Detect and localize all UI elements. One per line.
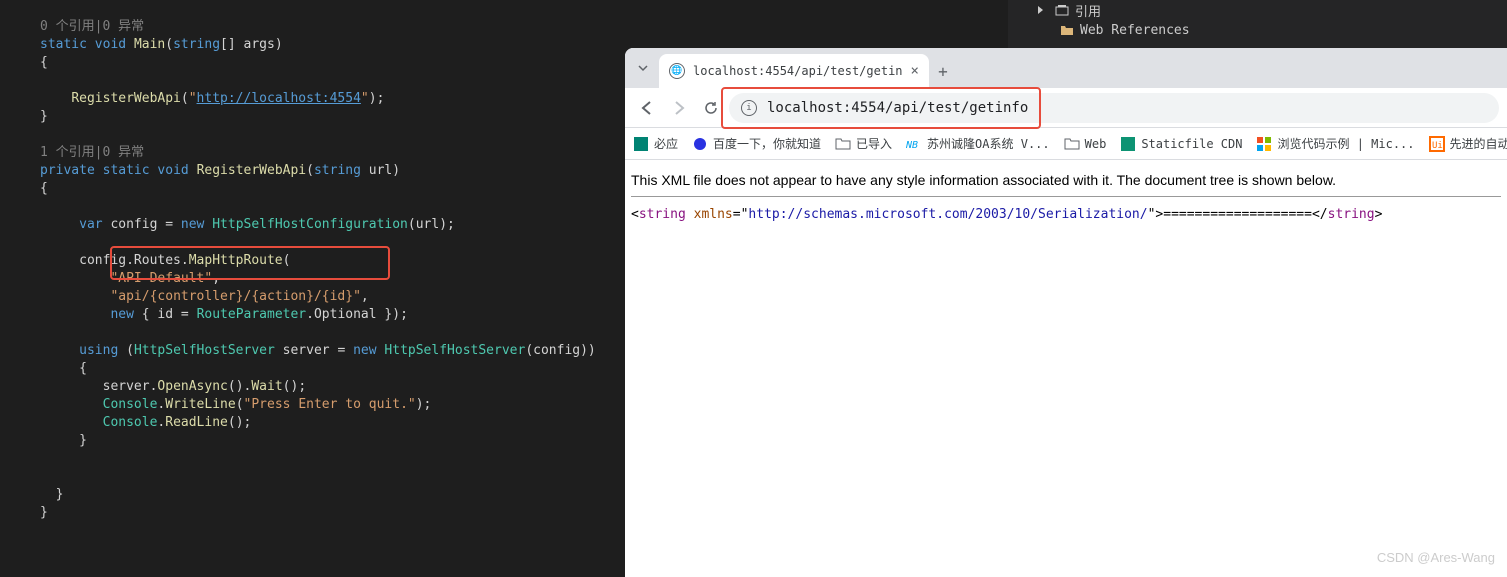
- tree-label: 引用: [1075, 1, 1101, 20]
- oa-icon: NB: [906, 136, 922, 152]
- code-editor[interactable]: 0 个引用|0 异常 static void Main(string[] arg…: [0, 0, 625, 577]
- page-content: This XML file does not appear to have an…: [625, 160, 1507, 230]
- svg-text:NB: NB: [906, 140, 918, 151]
- editor-gutter: [0, 0, 30, 577]
- tree-label: Web References: [1080, 23, 1190, 38]
- new-tab-button[interactable]: +: [929, 57, 957, 85]
- xml-notice: This XML file does not appear to have an…: [631, 168, 1501, 197]
- tree-item-webrefs[interactable]: Web References: [1008, 20, 1507, 40]
- xml-body: <string xmlns="http://schemas.microsoft.…: [631, 207, 1501, 222]
- route-template: "api/{controller}/{action}/{id}": [110, 289, 360, 304]
- codelens-ref[interactable]: 1 个引用|0 异常: [40, 145, 144, 160]
- expand-icon: [1038, 6, 1043, 14]
- browser-tab[interactable]: 🌐 localhost:4554/api/test/getin ×: [659, 54, 929, 88]
- microsoft-icon: [1256, 136, 1272, 152]
- url-link[interactable]: http://localhost:4554: [197, 91, 361, 106]
- watermark: CSDN @Ares-Wang: [1377, 550, 1495, 565]
- baidu-icon: [692, 136, 708, 152]
- highlight-route-template: [110, 246, 390, 280]
- forward-button[interactable]: [665, 94, 693, 122]
- bookmark-item[interactable]: Ui先进的自动化软: [1429, 135, 1507, 152]
- folder-icon: [1060, 23, 1074, 37]
- staticfile-icon: [1120, 136, 1136, 152]
- browser-window: 🌐 localhost:4554/api/test/getin × + i lo…: [625, 48, 1507, 577]
- bing-icon: [633, 136, 649, 152]
- bookmark-item[interactable]: 已导入: [835, 135, 892, 152]
- bookmark-item[interactable]: NB苏州诚隆OA系统 V...: [906, 135, 1050, 152]
- tree-item-references[interactable]: 引用: [1008, 0, 1507, 20]
- solution-explorer[interactable]: 引用 Web References: [1008, 0, 1507, 48]
- bookmark-item[interactable]: 百度一下，你就知道: [692, 135, 821, 152]
- bookmark-item[interactable]: Staticfile CDN: [1120, 136, 1242, 152]
- svg-text:Ui: Ui: [1432, 141, 1443, 151]
- back-button[interactable]: [633, 94, 661, 122]
- favicon-globe-icon: 🌐: [669, 63, 685, 79]
- bookmark-item[interactable]: 浏览代码示例 | Mic...: [1256, 135, 1414, 152]
- url-bar: i localhost:4554/api/test/getinfo: [625, 88, 1507, 128]
- uipath-icon: Ui: [1429, 136, 1445, 152]
- references-icon: [1055, 3, 1069, 17]
- folder-icon: [835, 136, 851, 152]
- highlight-url: [721, 87, 1041, 129]
- folder-icon: [1064, 136, 1080, 152]
- tab-title: localhost:4554/api/test/getin: [693, 64, 903, 78]
- tab-strip: 🌐 localhost:4554/api/test/getin × +: [625, 48, 1507, 88]
- omnibox[interactable]: i localhost:4554/api/test/getinfo: [729, 93, 1499, 123]
- window-dropdown-icon[interactable]: [633, 54, 653, 82]
- bookmark-item[interactable]: 必应: [633, 135, 678, 152]
- bookmarks-bar: 必应 百度一下，你就知道 已导入 NB苏州诚隆OA系统 V... Web Sta…: [625, 128, 1507, 160]
- close-tab-icon[interactable]: ×: [911, 63, 919, 79]
- codelens-ref[interactable]: 0 个引用|0 异常: [40, 19, 144, 34]
- bookmark-item[interactable]: Web: [1064, 136, 1107, 152]
